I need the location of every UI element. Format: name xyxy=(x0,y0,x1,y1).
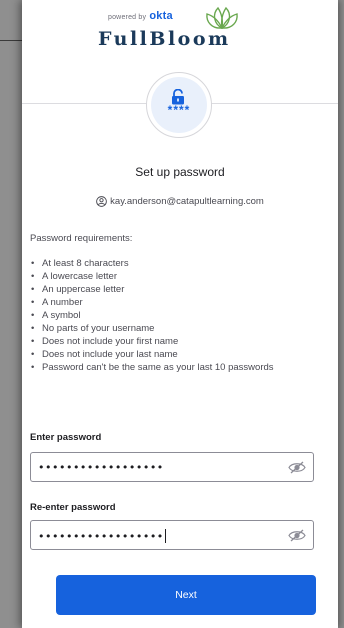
password-field[interactable]: •••••••••••••••••• xyxy=(30,452,314,482)
next-button[interactable]: Next xyxy=(56,575,316,615)
user-circle-icon xyxy=(96,196,107,207)
identifier-row: kay.anderson@catapultlearning.com xyxy=(22,196,338,207)
requirements-list: At least 8 characters A lowercase letter… xyxy=(30,257,320,374)
masked-password-glyph: **** xyxy=(167,103,191,117)
eye-slash-icon[interactable] xyxy=(288,461,306,474)
requirement-item: At least 8 characters xyxy=(30,257,320,270)
okta-logo-text: okta xyxy=(149,10,173,22)
background-window-edge xyxy=(0,40,24,41)
requirement-item: An uppercase letter xyxy=(30,283,320,296)
password-value: •••••••••••••••••• xyxy=(38,461,164,474)
requirement-item: A number xyxy=(30,296,320,309)
requirements-heading: Password requirements: xyxy=(30,233,133,244)
confirm-password-dots: •••••••••••••••••• xyxy=(38,530,164,543)
confirm-password-label: Re-enter password xyxy=(30,502,116,513)
user-email: kay.anderson@catapultlearning.com xyxy=(110,196,264,207)
signin-card: powered by okta FullBloom **** Set up pa… xyxy=(22,0,338,628)
page-title: Set up password xyxy=(135,165,225,179)
requirement-item: No parts of your username xyxy=(30,322,320,335)
requirement-item: Does not include your first name xyxy=(30,335,320,348)
confirm-password-value: •••••••••••••••••• xyxy=(38,529,166,543)
brand-logo-text: FullBloom xyxy=(98,28,231,50)
eye-slash-icon[interactable] xyxy=(288,529,306,542)
confirm-password-field[interactable]: •••••••••••••••••• xyxy=(30,520,314,550)
requirement-item: A symbol xyxy=(30,309,320,322)
requirement-item: Password can't be the same as your last … xyxy=(30,361,320,374)
powered-by-okta: powered by okta xyxy=(108,10,173,22)
password-factor-badge: **** xyxy=(146,72,212,138)
password-label: Enter password xyxy=(30,432,102,443)
requirement-item: A lowercase letter xyxy=(30,270,320,283)
factor-badge-inner: **** xyxy=(151,77,207,133)
requirement-item: Does not include your last name xyxy=(30,348,320,361)
text-caret xyxy=(164,529,166,543)
powered-by-text: powered by xyxy=(108,14,147,21)
